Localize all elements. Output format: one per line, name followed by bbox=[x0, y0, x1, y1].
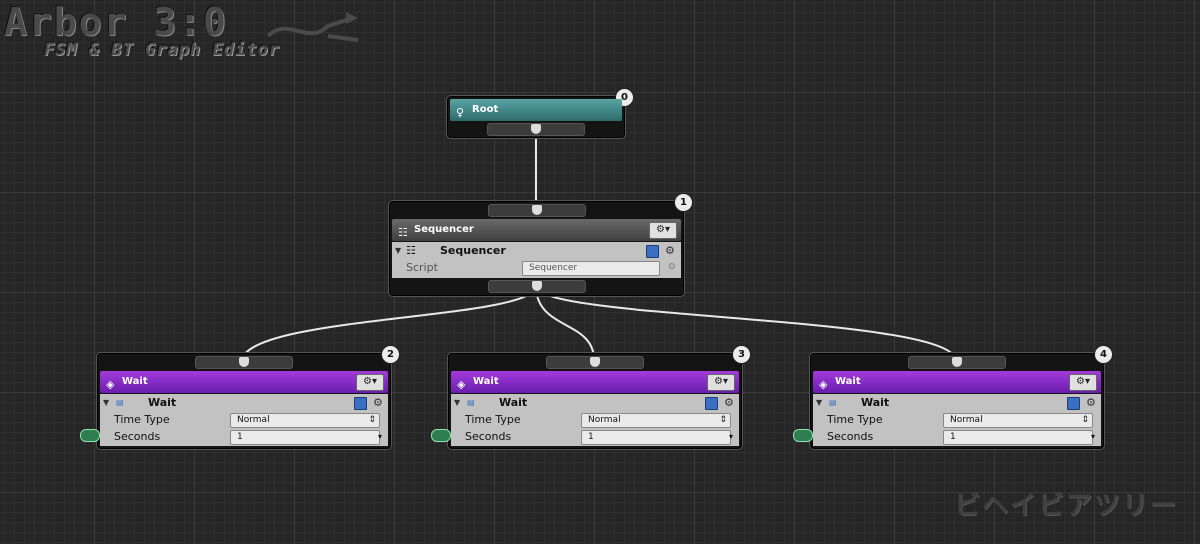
help-book-icon[interactable] bbox=[354, 397, 367, 410]
script-file-icon: ▤ bbox=[116, 398, 124, 407]
port-pin-icon bbox=[531, 124, 541, 134]
wait-node-title: Wait bbox=[122, 376, 148, 387]
time-type-dropdown[interactable]: Normal ⇕ bbox=[943, 413, 1093, 428]
time-type-value: Normal bbox=[950, 415, 983, 425]
behaviour-tree-watermark: ビヘイビアツリー bbox=[953, 491, 1178, 521]
help-book-icon[interactable] bbox=[1067, 397, 1080, 410]
seconds-label: Seconds bbox=[827, 430, 874, 443]
dropdown-arrows-icon: ⇕ bbox=[368, 415, 376, 425]
wire-sequencer-wait-3 bbox=[535, 285, 595, 361]
wait-settings-button[interactable]: ⚙▾ bbox=[1069, 374, 1097, 391]
port-pin-icon bbox=[952, 357, 962, 367]
wait-node-header[interactable]: ◈ Wait ⚙▾ bbox=[451, 371, 739, 393]
wait-node-body: ▼ ▤ Wait ⚙ Time Type Normal ⇕ Seconds 1 … bbox=[813, 394, 1101, 446]
component-gear-icon[interactable]: ⚙ bbox=[1086, 394, 1096, 411]
wait-component-title: Wait bbox=[148, 396, 177, 409]
seconds-field[interactable]: 1 bbox=[230, 430, 380, 445]
sequencer-node[interactable]: 1 ☷ Sequencer ⚙▾ ▼ ☷ Sequencer ⚙ Script … bbox=[389, 193, 693, 296]
dropdown-arrows-icon: ⇕ bbox=[1081, 415, 1089, 425]
wait-input-port[interactable] bbox=[195, 356, 293, 369]
sequencer-input-port[interactable] bbox=[487, 204, 586, 217]
root-node-header[interactable]: ♀ Root bbox=[450, 99, 622, 121]
fold-arrow-icon[interactable]: ▼ bbox=[395, 242, 401, 259]
sequencer-node-header[interactable]: ☷ Sequencer ⚙▾ bbox=[392, 219, 681, 241]
sequencer-icon: ☷ bbox=[398, 226, 408, 239]
component-gear-icon[interactable]: ⚙ bbox=[373, 394, 383, 411]
time-type-label: Time Type bbox=[114, 413, 170, 426]
seconds-label: Seconds bbox=[465, 430, 512, 443]
wait-input-port[interactable] bbox=[546, 356, 644, 369]
component-gear-icon[interactable]: ⚙ bbox=[724, 394, 734, 411]
wait-settings-button[interactable]: ⚙▾ bbox=[356, 374, 384, 391]
action-diamond-icon: ◈ bbox=[819, 378, 828, 391]
sequencer-component-title: Sequencer bbox=[440, 244, 506, 257]
fold-arrow-icon[interactable]: ▼ bbox=[454, 394, 460, 411]
script-file-icon: ▤ bbox=[829, 398, 837, 407]
seconds-field[interactable]: 1 bbox=[943, 430, 1093, 445]
parameter-type-arrow-icon[interactable]: ▾ bbox=[729, 428, 733, 445]
seconds-input-slot[interactable] bbox=[431, 429, 451, 442]
fold-arrow-icon[interactable]: ▼ bbox=[816, 394, 822, 411]
object-picker-icon[interactable]: ⊙ bbox=[668, 259, 676, 276]
port-pin-icon bbox=[531, 205, 542, 215]
help-book-icon[interactable] bbox=[646, 245, 659, 258]
seconds-field[interactable]: 1 bbox=[581, 430, 731, 445]
root-node[interactable]: 0 ♀ Root bbox=[447, 88, 634, 138]
seconds-input-slot[interactable] bbox=[80, 429, 100, 442]
wait-component-title: Wait bbox=[499, 396, 528, 409]
node-index-badge: 3 bbox=[732, 345, 751, 364]
wait-node-body: ▼ ▤ Wait ⚙ Time Type Normal ⇕ Seconds 1 … bbox=[100, 394, 388, 446]
parameter-type-arrow-icon[interactable]: ▾ bbox=[378, 428, 382, 445]
wait-node-header[interactable]: ◈ Wait ⚙▾ bbox=[813, 371, 1101, 393]
seconds-label: Seconds bbox=[114, 430, 161, 443]
script-field: Sequencer bbox=[522, 261, 660, 276]
action-diamond-icon: ◈ bbox=[106, 378, 115, 391]
script-label: Script bbox=[406, 261, 438, 274]
action-diamond-icon: ◈ bbox=[457, 378, 466, 391]
wait-node[interactable]: 2 ◈ Wait ⚙▾ ▼ ▤ Wait ⚙ Time Type Normal … bbox=[80, 345, 400, 449]
script-file-icon: ▤ bbox=[467, 398, 475, 407]
wait-node-header[interactable]: ◈ Wait ⚙▾ bbox=[100, 371, 388, 393]
port-pin-icon bbox=[590, 357, 600, 367]
node-index-badge: 4 bbox=[1094, 345, 1113, 364]
seconds-input-slot[interactable] bbox=[793, 429, 813, 442]
wait-settings-button[interactable]: ⚙▾ bbox=[707, 374, 735, 391]
time-type-label: Time Type bbox=[465, 413, 521, 426]
root-node-title: Root bbox=[472, 104, 499, 115]
root-output-port[interactable] bbox=[487, 123, 585, 136]
time-type-label: Time Type bbox=[827, 413, 883, 426]
wait-node[interactable]: 4 ◈ Wait ⚙▾ ▼ ▤ Wait ⚙ Time Type Normal … bbox=[793, 345, 1113, 449]
time-type-value: Normal bbox=[237, 415, 270, 425]
wait-node-body: ▼ ▤ Wait ⚙ Time Type Normal ⇕ Seconds 1 … bbox=[451, 394, 739, 446]
time-type-value: Normal bbox=[588, 415, 621, 425]
component-gear-icon[interactable]: ⚙ bbox=[665, 242, 675, 259]
sequencer-node-title: Sequencer bbox=[414, 224, 474, 235]
wait-component-title: Wait bbox=[861, 396, 890, 409]
sequencer-node-body: ▼ ☷ Sequencer ⚙ Script Sequencer ⊙ bbox=[392, 242, 681, 278]
time-type-dropdown[interactable]: Normal ⇕ bbox=[230, 413, 380, 428]
help-book-icon[interactable] bbox=[705, 397, 718, 410]
root-icon: ♀ bbox=[456, 106, 465, 119]
parameter-type-arrow-icon[interactable]: ▾ bbox=[1091, 428, 1095, 445]
wait-input-port[interactable] bbox=[908, 356, 1006, 369]
fold-arrow-icon[interactable]: ▼ bbox=[103, 394, 109, 411]
sequencer-settings-button[interactable]: ⚙▾ bbox=[649, 222, 677, 239]
wait-node-title: Wait bbox=[473, 376, 499, 387]
sequencer-output-port[interactable] bbox=[487, 280, 586, 293]
sequencer-component-icon: ☷ bbox=[406, 244, 416, 257]
wait-node[interactable]: 3 ◈ Wait ⚙▾ ▼ ▤ Wait ⚙ Time Type Normal … bbox=[431, 345, 751, 449]
port-pin-icon bbox=[239, 357, 249, 367]
node-index-badge: 2 bbox=[381, 345, 400, 364]
time-type-dropdown[interactable]: Normal ⇕ bbox=[581, 413, 731, 428]
wait-node-title: Wait bbox=[835, 376, 861, 387]
port-pin-icon bbox=[531, 281, 542, 291]
dropdown-arrows-icon: ⇕ bbox=[719, 415, 727, 425]
node-index-badge: 1 bbox=[674, 193, 693, 212]
